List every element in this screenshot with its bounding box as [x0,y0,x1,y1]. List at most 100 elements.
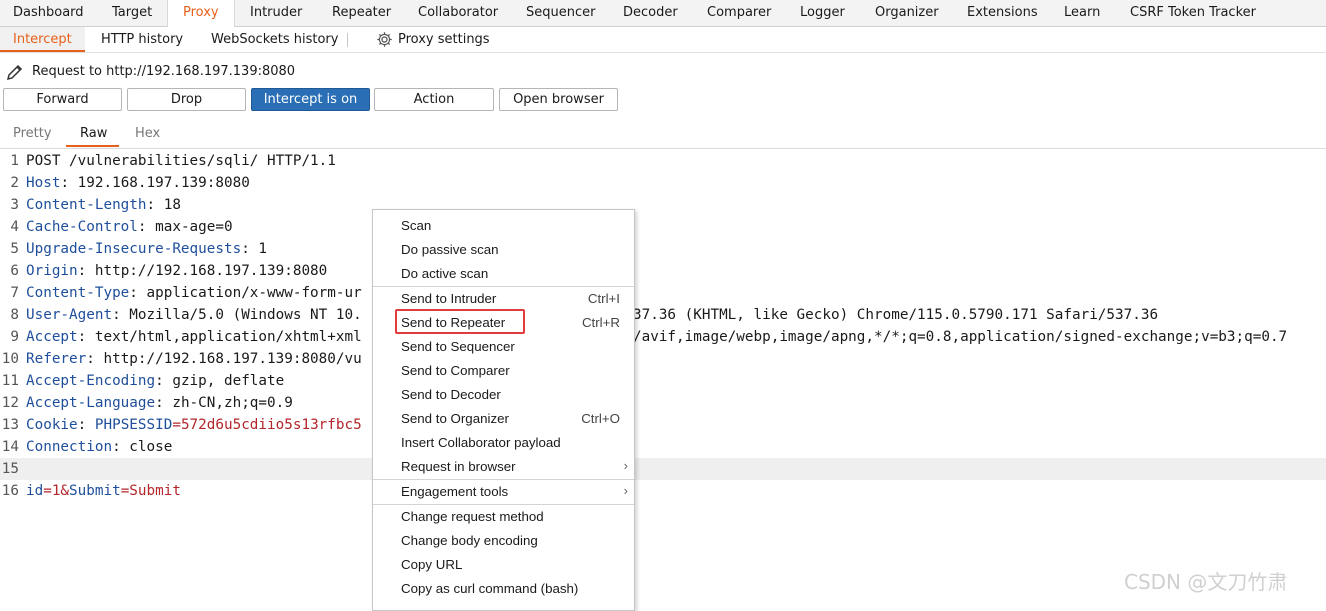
tab-target[interactable]: Target [112,0,152,26]
editor-line[interactable]: 8 User-Agent: Mozilla/5.0 (Windows NT 10.… [0,304,1326,326]
editor-line[interactable]: 5 Upgrade-Insecure-Requests: 1 [0,238,1326,260]
tab-learn[interactable]: Learn [1064,0,1100,26]
tab-dashboard[interactable]: Dashboard [13,0,84,26]
menu-item-passive-scan[interactable]: Do passive scan [373,238,634,262]
tab-decoder[interactable]: Decoder [623,0,678,26]
menu-item-send-to-organizer[interactable]: Send to Organizer Ctrl+O [373,407,634,431]
line-number: 10 [1,351,19,367]
editor-line[interactable]: 4 Cache-Control: max-age=0 [0,216,1326,238]
menu-item-scan[interactable]: Scan [373,214,634,238]
editor-line[interactable]: 10 Referer: http://192.168.197.139:8080/v… [0,348,1326,370]
line-text: POST /vulnerabilities/sqli/ HTTP/1.1 [26,153,336,169]
tab-sequencer[interactable]: Sequencer [526,0,595,26]
line-text-tail: 37.36 (KHTML, like Gecko) Chrome/115.0.5… [633,307,1159,323]
line-text: Accept-Language: zh-CN,zh;q=0.9 [26,395,293,411]
line-text: Content-Type: application/x-www-form-ur [26,285,362,301]
line-number: 1 [10,153,19,169]
forward-button[interactable]: Forward [3,88,122,111]
menu-item-copy-as-curl[interactable]: Copy as curl command (bash) [373,577,634,601]
editor-line[interactable]: 16 id=1&Submit=Submit [0,480,1326,502]
editor-line[interactable]: 15 [0,458,1326,480]
menu-item-send-to-decoder[interactable]: Send to Decoder [373,383,634,407]
tab-intercept[interactable]: Intercept [0,27,85,52]
tab-proxy[interactable]: Proxy [167,0,235,27]
line-text: Connection: close [26,439,173,455]
tab-raw[interactable]: Raw [80,126,107,141]
line-text: Cache-Control: max-age=0 [26,219,233,235]
menu-item-engagement-tools[interactable]: Engagement tools › [373,480,634,504]
tab-pretty[interactable]: Pretty [13,126,52,141]
line-number: 7 [10,285,19,301]
menu-item-send-to-comparer[interactable]: Send to Comparer [373,359,634,383]
menu-item-active-scan[interactable]: Do active scan [373,262,634,286]
line-number: 6 [10,263,19,279]
line-text-tail: /avif,image/webp,image/apng,*/*;q=0.8,ap… [633,329,1288,345]
menu-item-change-body-encoding[interactable]: Change body encoding [373,529,634,553]
editor-line[interactable]: 3 Content-Length: 18 [0,194,1326,216]
line-text: Host: 192.168.197.139:8080 [26,175,250,191]
tab-websockets-history[interactable]: WebSockets history [211,27,338,52]
line-text: Accept: text/html,application/xhtml+xml [26,329,362,345]
line-number: 13 [1,417,19,433]
line-number: 14 [1,439,19,455]
editor-line[interactable]: 13 Cookie: PHPSESSID=572d6u5cdiio5s13rfbc… [0,414,1326,436]
drop-button[interactable]: Drop [127,88,246,111]
highlight-box [395,309,525,334]
message-view-tabs: Pretty Raw Hex [0,120,1326,149]
chevron-right-icon: › [623,483,628,498]
editor-line[interactable]: 12 Accept-Language: zh-CN,zh;q=0.9 [0,392,1326,414]
line-number: 15 [1,461,19,477]
tab-collaborator[interactable]: Collaborator [418,0,498,26]
line-number: 8 [10,307,19,323]
line-text: Upgrade-Insecure-Requests: 1 [26,241,268,257]
proxy-settings-label: Proxy settings [398,32,490,47]
menu-item-send-to-sequencer[interactable]: Send to Sequencer [373,335,634,359]
editor-line[interactable]: 9 Accept: text/html,application/xhtml+xml… [0,326,1326,348]
menu-item-send-to-intruder[interactable]: Send to Intruder Ctrl+I [373,287,634,311]
request-editor[interactable]: 1 POST /vulnerabilities/sqli/ HTTP/1.1 2 Ho… [0,149,1326,602]
tab-intruder[interactable]: Intruder [250,0,302,26]
line-text: Cookie: PHPSESSID=572d6u5cdiio5s13rfbc5 [26,417,362,433]
gear-icon [377,32,392,47]
editor-line[interactable]: 7 Content-Type: application/x-www-form-ur [0,282,1326,304]
line-number: 2 [10,175,19,191]
editor-line[interactable]: 14 Connection: close [0,436,1326,458]
action-button[interactable]: Action [374,88,494,111]
intercept-toggle-button[interactable]: Intercept is on [251,88,370,111]
line-number: 12 [1,395,19,411]
menu-item-insert-collaborator-payload[interactable]: Insert Collaborator payload [373,431,634,455]
context-menu: Scan Do passive scan Do active scan Send… [372,209,635,611]
menu-item-request-in-browser[interactable]: Request in browser › [373,455,634,479]
proxy-sub-tab-bar: Intercept HTTP history WebSockets histor… [0,27,1326,53]
pencil-icon[interactable] [5,62,25,82]
menu-item-copy-url[interactable]: Copy URL [373,553,634,577]
tab-csrf-token-tracker[interactable]: CSRF Token Tracker [1130,0,1256,26]
tab-extensions[interactable]: Extensions [967,0,1038,26]
line-number: 5 [10,241,19,257]
editor-line[interactable]: 1 POST /vulnerabilities/sqli/ HTTP/1.1 [0,150,1326,172]
menu-item-change-request-method[interactable]: Change request method [373,505,634,529]
watermark: CSDN @文刀竹肃 [1124,570,1288,594]
open-browser-button[interactable]: Open browser [499,88,618,111]
main-tab-bar: Dashboard Target Proxy Intruder Repeater… [0,0,1326,27]
line-number: 3 [10,197,19,213]
tab-repeater[interactable]: Repeater [332,0,391,26]
editor-line[interactable]: 2 Host: 192.168.197.139:8080 [0,172,1326,194]
tab-organizer[interactable]: Organizer [875,0,939,26]
line-text: Accept-Encoding: gzip, deflate [26,373,285,389]
tab-hex[interactable]: Hex [135,126,160,141]
tab-logger[interactable]: Logger [800,0,845,26]
line-number: 4 [10,219,19,235]
line-number: 11 [1,373,19,389]
tab-http-history[interactable]: HTTP history [101,27,183,52]
request-target-label: Request to http://192.168.197.139:8080 [32,64,296,79]
request-target-bar: Request to http://192.168.197.139:8080 [0,58,1326,86]
line-text: Origin: http://192.168.197.139:8080 [26,263,328,279]
line-number: 16 [1,483,19,499]
tab-comparer[interactable]: Comparer [707,0,771,26]
editor-line[interactable]: 6 Origin: http://192.168.197.139:8080 [0,260,1326,282]
line-text: User-Agent: Mozilla/5.0 (Windows NT 10. [26,307,362,323]
line-number: 9 [10,329,19,345]
editor-line[interactable]: 11 Accept-Encoding: gzip, deflate [0,370,1326,392]
tab-proxy-settings[interactable]: Proxy settings [376,27,490,52]
